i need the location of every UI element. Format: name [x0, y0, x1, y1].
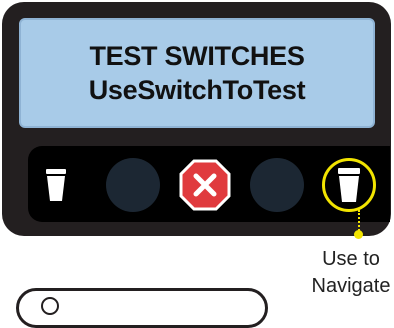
cup-icon — [46, 169, 66, 201]
navigate-callout: Use to Navigate — [296, 246, 394, 300]
display-title: TEST SWITCHES — [89, 41, 305, 71]
stop-x-icon — [179, 159, 231, 211]
callout-line-1: Use to — [322, 248, 380, 270]
stop-button[interactable] — [178, 158, 232, 212]
cup-icon — [338, 168, 360, 202]
machine-panel: TEST SWITCHES UseSwitchToTest — [2, 2, 391, 236]
callout-dot — [354, 230, 363, 239]
callout-line-2: Navigate — [311, 275, 391, 297]
blank-button-left[interactable] — [106, 158, 160, 212]
lower-panel-fragment — [16, 288, 268, 328]
display-subtitle: UseSwitchToTest — [88, 75, 306, 105]
lcd-display: TEST SWITCHES UseSwitchToTest — [19, 18, 375, 128]
circle-icon — [41, 297, 59, 315]
blank-button-right[interactable] — [250, 158, 304, 212]
button-tray — [28, 146, 390, 222]
cup-indicator — [36, 158, 76, 212]
cup-button-navigate[interactable] — [322, 158, 376, 212]
